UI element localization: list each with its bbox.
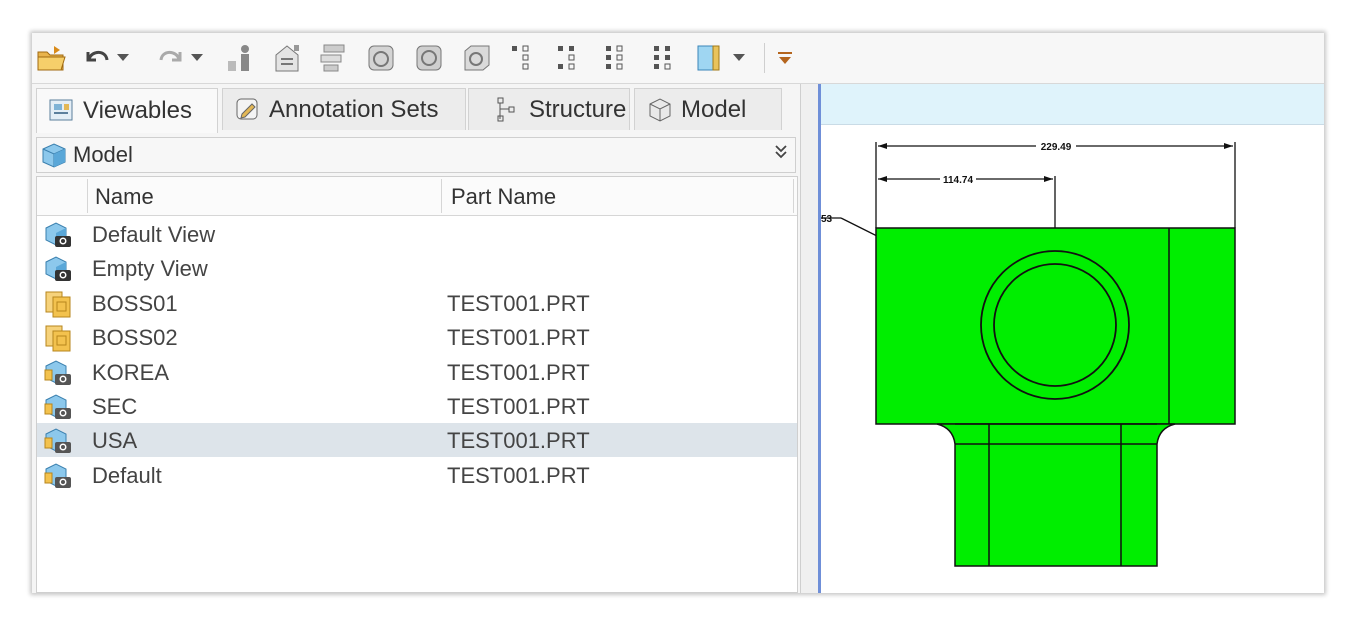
viewables-icon (49, 99, 73, 121)
row-name: SEC (92, 394, 138, 419)
book-dropdown-icon[interactable] (730, 41, 748, 75)
tab-model[interactable]: Model (634, 88, 782, 130)
book-icon[interactable] (692, 41, 726, 75)
cube-view-1-icon[interactable] (364, 41, 398, 75)
tab-structure[interactable]: Structure (468, 88, 630, 130)
table-row[interactable]: Default View (37, 217, 797, 251)
undo-dropdown-icon[interactable] (114, 41, 132, 75)
toolbar-overflow-icon[interactable] (770, 41, 800, 75)
tree-2-icon[interactable] (550, 41, 584, 75)
row-part-name: TEST001.PRT (447, 394, 590, 419)
cube-view-3-icon[interactable] (460, 41, 494, 75)
table-row[interactable]: Empty View (37, 251, 797, 285)
tree-1-icon[interactable] (504, 41, 538, 75)
row-name: BOSS02 (92, 325, 178, 351)
row-part-name: TEST001.PRT (447, 359, 590, 385)
tab-annotation-sets[interactable]: Annotation Sets (222, 88, 466, 130)
model-cube-icon (42, 143, 66, 168)
table-row[interactable]: BOSS02 TEST001.PRT (37, 320, 797, 354)
row-part-name: TEST001.PRT (447, 462, 590, 488)
tab-label: Structure (529, 95, 627, 123)
app-window: Viewables Annotation Sets Structure Mode… (32, 33, 1324, 593)
column-header-part-name[interactable]: Part Name (451, 177, 556, 215)
viewables-table: Name Part Name Default View Empty View BOS… (36, 176, 798, 593)
row-name: KOREA (92, 359, 170, 385)
table-header: Name Part Name (37, 177, 797, 216)
annotated-view-icon (43, 392, 73, 422)
tab-label: Annotation Sets (269, 95, 439, 123)
dimension-center-label: 114.74 (943, 175, 973, 186)
3d-viewer[interactable]: 229.49 114.74 53 (818, 84, 1324, 593)
table-row[interactable]: BOSS01 TEST001.PRT (37, 286, 797, 320)
drawing-view-icon (43, 289, 73, 319)
row-part-name: TEST001.PRT (447, 325, 590, 351)
row-name: Default (92, 462, 162, 488)
model-selector-bar[interactable]: Model (36, 137, 796, 173)
list-icon[interactable] (316, 41, 350, 75)
structure-icon (497, 97, 515, 121)
table-row[interactable]: SEC TEST001.PRT (37, 389, 797, 423)
tab-label: Viewables (83, 97, 192, 124)
row-name: Default View (92, 222, 216, 247)
viewer-header-bar (821, 84, 1324, 125)
annotated-view-icon (43, 358, 73, 388)
row-part-name: TEST001.PRT (447, 428, 590, 454)
row-part-name: TEST001.PRT (447, 290, 590, 316)
tree-4-icon[interactable] (646, 41, 680, 75)
annotated-view-icon (43, 461, 73, 491)
open-folder-icon[interactable] (34, 41, 68, 75)
toolbar-separator (764, 43, 765, 73)
tab-viewables[interactable]: Viewables (36, 88, 218, 133)
camera-view-icon (43, 220, 73, 250)
toolbar (32, 33, 1324, 84)
row-name: BOSS01 (92, 290, 178, 316)
viewables-panel: Viewables Annotation Sets Structure Mode… (32, 84, 802, 593)
dimension-diameter-label: 53 (821, 214, 833, 225)
cube-view-2-icon[interactable] (412, 41, 446, 75)
drawing-canvas[interactable]: 229.49 114.74 53 (821, 124, 1324, 593)
row-name: Empty View (92, 256, 208, 282)
panel-splitter[interactable] (800, 84, 819, 593)
tab-label: Model (681, 95, 747, 123)
column-separator (793, 179, 794, 213)
undo-icon[interactable] (80, 41, 114, 75)
column-header-name[interactable]: Name (95, 177, 154, 215)
table-row[interactable]: USA TEST001.PRT (37, 423, 797, 458)
annotation-icon (236, 98, 258, 119)
camera-view-icon (43, 254, 73, 284)
table-row[interactable]: KOREA TEST001.PRT (37, 355, 797, 389)
table-row[interactable]: Default TEST001.PRT (37, 458, 797, 492)
properties-icon[interactable] (270, 41, 304, 75)
column-separator[interactable] (441, 179, 442, 213)
tab-strip: Viewables Annotation Sets Structure Mode… (32, 88, 802, 133)
person-icon[interactable] (224, 41, 258, 75)
annotated-view-icon (43, 426, 73, 456)
collapse-chevron-icon[interactable] (775, 144, 787, 165)
tree-3-icon[interactable] (598, 41, 632, 75)
green-part-model[interactable] (875, 227, 1236, 567)
drawing-view-icon (43, 323, 73, 353)
row-name: USA (92, 428, 138, 454)
column-separator (87, 179, 88, 213)
model-cube-icon (649, 97, 671, 122)
dimension-overall-label: 229.49 (1041, 142, 1072, 153)
redo-icon[interactable] (154, 41, 188, 75)
model-bar-label: Model (73, 142, 133, 167)
redo-dropdown-icon[interactable] (188, 41, 206, 75)
